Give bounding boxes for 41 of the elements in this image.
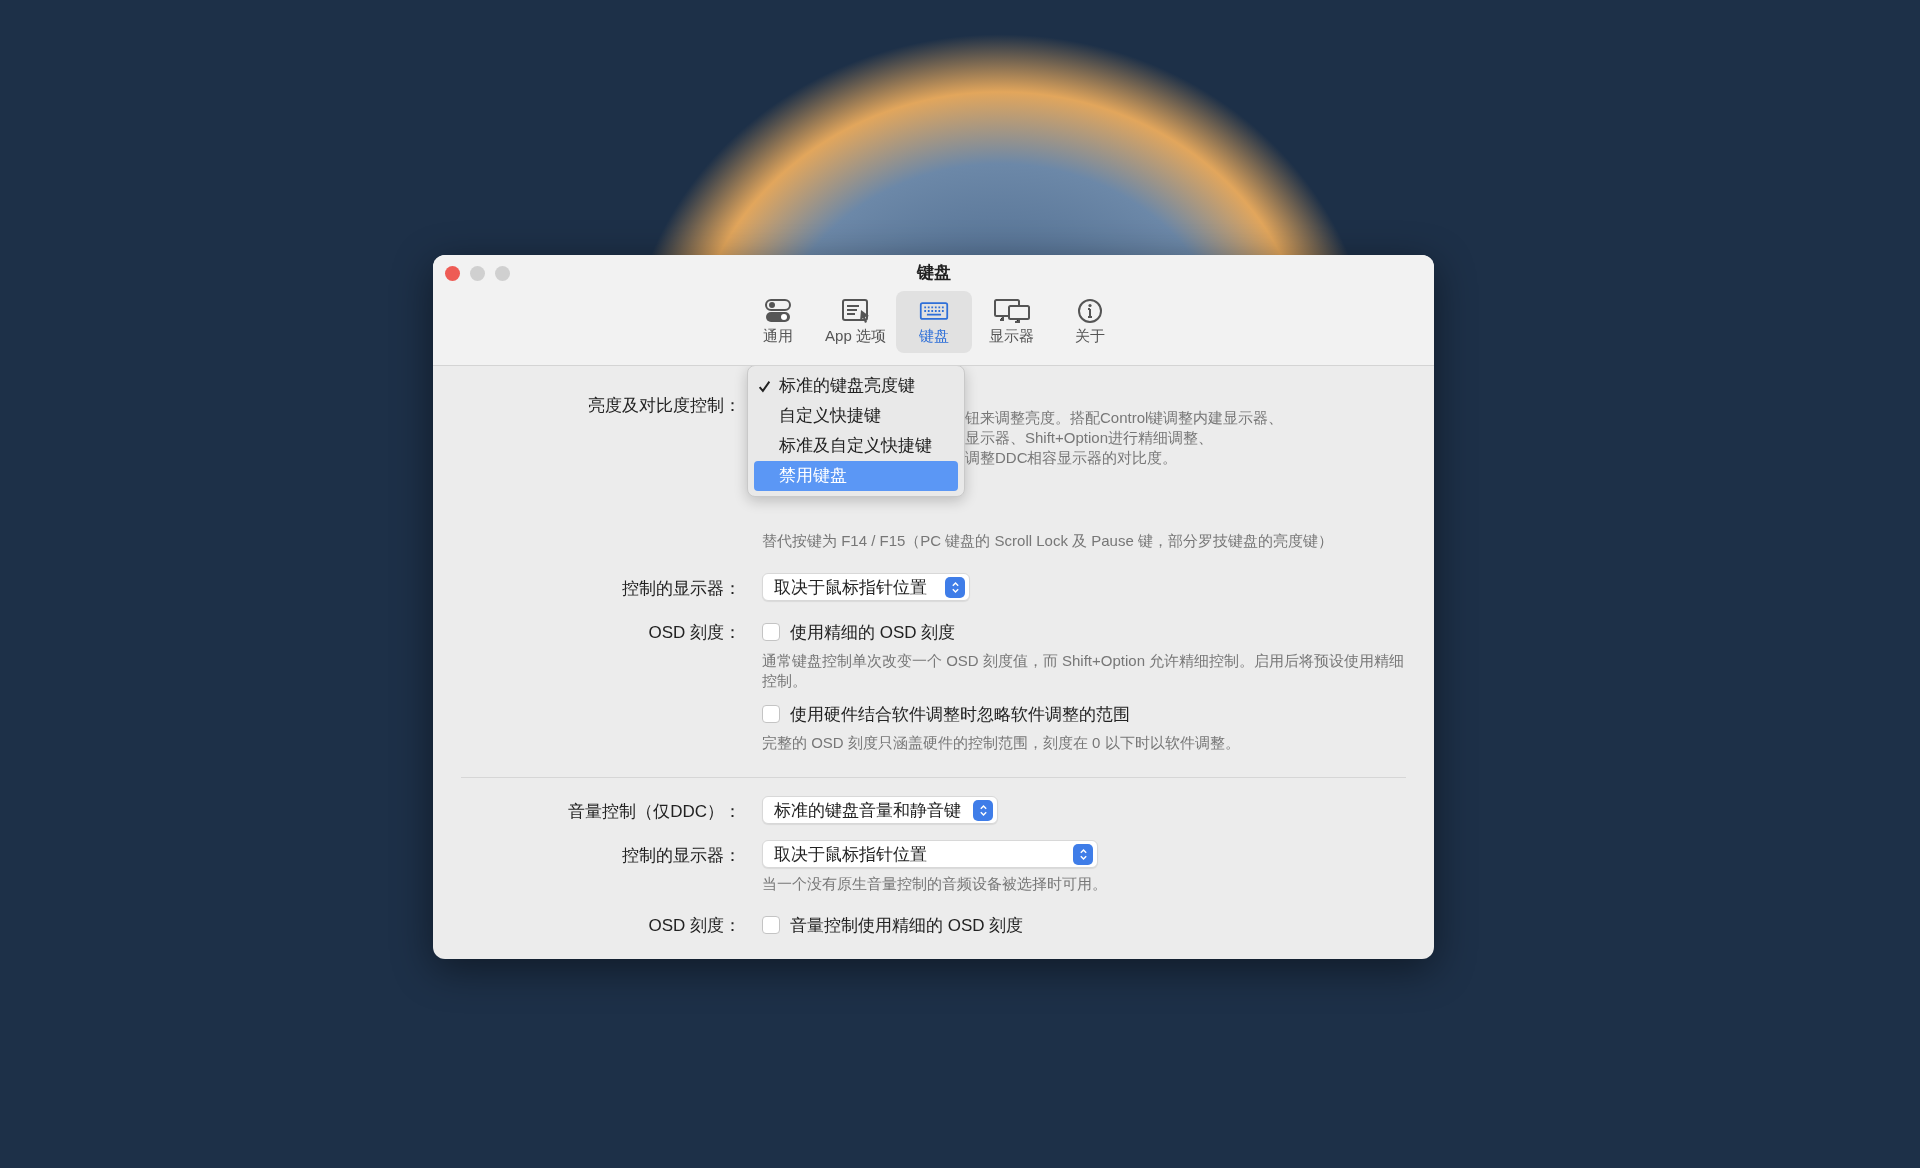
menu-item[interactable]: 自定义快捷键 <box>754 401 958 431</box>
menu-item[interactable]: 标准的键盘亮度键 <box>754 371 958 401</box>
close-button[interactable] <box>445 266 460 281</box>
description-text: 钮来调整亮度。搭配Control键调整内建显示器、 <box>965 408 1284 428</box>
display-popup[interactable]: 取决于鼠标指针位置 <box>762 573 970 601</box>
menu-item[interactable]: 标准及自定义快捷键 <box>754 431 958 461</box>
toggle-switches-icon <box>762 298 793 324</box>
checkbox-label: 使用精细的 OSD 刻度 <box>790 621 956 644</box>
chevron-updown-icon <box>973 799 993 821</box>
window-cursor-icon <box>840 298 871 324</box>
checkbox[interactable] <box>762 916 780 934</box>
checkbox[interactable] <box>762 623 780 641</box>
description-text: 当一个没有原生音量控制的音频设备被选择时可用。 <box>762 874 1108 894</box>
checkbox-label: 音量控制使用精细的 OSD 刻度 <box>790 914 1024 937</box>
field-label: 控制的显示器： <box>621 845 741 867</box>
zoom-button[interactable] <box>495 266 510 281</box>
minimize-button[interactable] <box>470 266 485 281</box>
toolbar-tab[interactable]: App 选项 <box>817 291 894 353</box>
description-text: 调整DDC相容显示器的对比度。 <box>965 448 1179 468</box>
display-popup[interactable]: 取决于鼠标指针位置 <box>762 840 1098 868</box>
checkbox[interactable] <box>762 705 780 723</box>
field-label: 音量控制（仅DDC）： <box>567 801 741 823</box>
chevron-updown-icon <box>945 576 965 598</box>
field-label: 亮度及对比度控制： <box>587 395 741 417</box>
description-text: 通常键盘控制单次改变一个 OSD 刻度值，而 Shift+Option 允许精细控制。启用后将预设使用精细控制。 <box>762 651 1406 691</box>
field-label: OSD 刻度： <box>647 622 741 644</box>
field-label: OSD 刻度： <box>647 915 741 937</box>
window-title: 键盘 <box>916 263 951 282</box>
displays-icon <box>991 298 1032 324</box>
toolbar-tab[interactable]: 通用 <box>739 291 816 353</box>
checkbox-label: 使用硬件结合软件调整时忽略软件调整的范围 <box>790 703 1130 726</box>
field-label: 控制的显示器： <box>621 578 741 600</box>
description-text: 显示器、Shift+Option进行精细调整、 <box>965 428 1214 448</box>
toolbar-tab[interactable]: 显示器 <box>973 291 1050 353</box>
volume-popup[interactable]: 标准的键盘音量和静音键 <box>762 796 998 824</box>
chevron-updown-icon <box>1073 843 1093 865</box>
toolbar-tab[interactable]: 键盘 <box>895 291 972 353</box>
description-text: 完整的 OSD 刻度只涵盖硬件的控制范围，刻度在 0 以下时以软件调整。 <box>762 733 1241 753</box>
toolbar-tab[interactable]: 关于 <box>1051 291 1128 353</box>
description-text: 替代按键为 F14 / F15（PC 键盘的 Scroll Lock 及 Pause 键，部分罗技键盘的亮度键） <box>762 531 1334 551</box>
checkmark-icon <box>758 379 771 393</box>
